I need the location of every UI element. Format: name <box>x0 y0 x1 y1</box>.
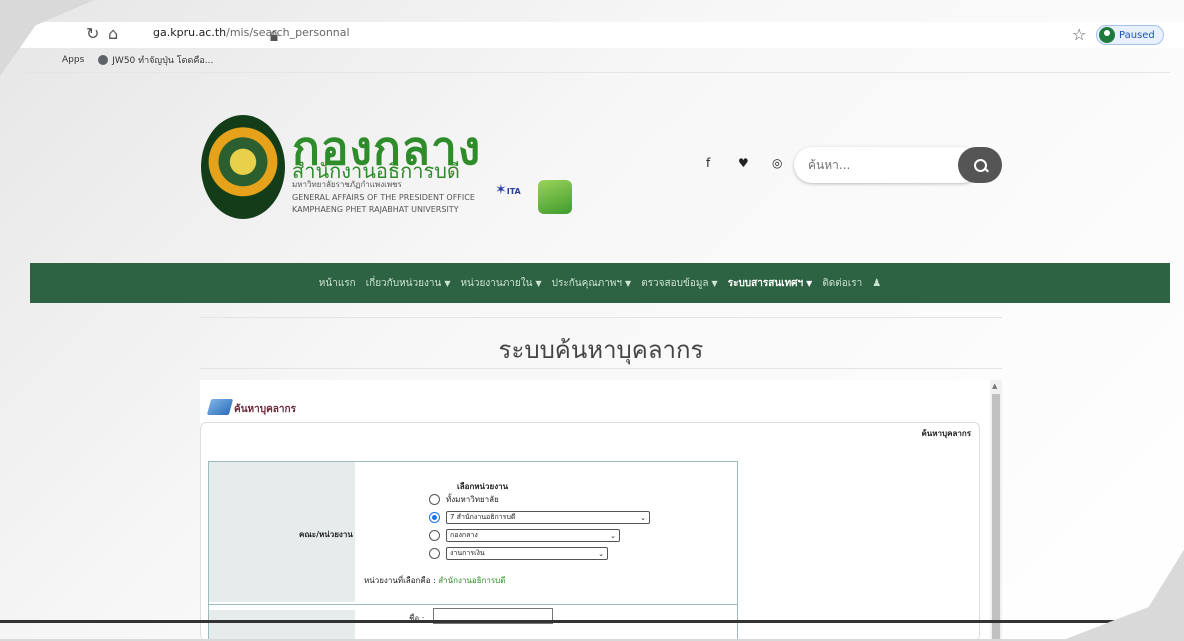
url-host: ga.kpru.ac.th <box>153 26 227 39</box>
globe-icon <box>98 55 109 65</box>
page-title: ระบบค้นหาบุคลากร <box>498 336 704 364</box>
radio-row-office[interactable]: 7 สำนักงานอธิการบดี ⌄ <box>429 511 650 524</box>
page-content: ↻ ⌂ ga.kpru.ac.th/mis/search_personnal ☆… <box>0 0 1184 639</box>
chevron-down-icon: ⌄ <box>640 513 646 522</box>
choose-unit-label: เลือกหน่วยงาน <box>457 482 509 491</box>
section-select-value: งานการเงิน <box>450 549 485 557</box>
selected-unit-line: หน่วยงานที่เลือกคือ : สำนักงานอธิการบดี <box>364 574 505 587</box>
bookmark-star-icon[interactable]: ☆ <box>1072 25 1086 44</box>
name-label-cell <box>209 610 355 639</box>
nav-about-label: เกี่ยวกับหน่วยงาน <box>365 277 442 289</box>
faculty-label: คณะ/หน่วยงาน <box>299 530 353 539</box>
nav-quality[interactable]: ประกันคุณภาพฯ ▼ <box>552 276 632 291</box>
radio-row-section[interactable]: งานการเงิน ⌄ <box>429 547 608 560</box>
bookmark-jw50[interactable]: JW50 ทำจัญปุ่น โดดคือ... <box>98 53 213 67</box>
site-search-input[interactable] <box>794 147 980 183</box>
search-icon <box>973 158 987 172</box>
facebook-icon[interactable]: f <box>706 156 710 170</box>
nav-quality-label: ประกันคุณภาพฯ <box>551 277 623 289</box>
ita-star-icon: ✶ <box>495 182 507 198</box>
nav-check-data-label: ตรวจสอบข้อมูล <box>641 277 709 289</box>
instagram-icon[interactable]: ◎ <box>772 156 782 170</box>
search-form-table: คณะ/หน่วยงาน เลือกหน่วยงาน ทั้งมหาวิทยาล… <box>208 461 738 639</box>
title-divider-top <box>200 317 1002 318</box>
section-title: ค้นหาบุคลากร <box>234 404 296 415</box>
site-line-thai: มหาวิทยาลัยราชภัฏกำแพงเพชร <box>292 180 402 189</box>
screen-bottom-edge <box>0 620 1184 623</box>
site-line-en1: GENERAL AFFAIRS OF THE PRESIDENT OFFICE <box>292 193 475 202</box>
scroll-up-arrow-icon[interactable]: ▲ <box>992 382 997 390</box>
caret-down-icon: ▼ <box>444 278 451 288</box>
caret-down-icon: ▼ <box>806 278 813 288</box>
user-icon[interactable]: ♟ <box>872 278 881 289</box>
reload-icon[interactable]: ↻ <box>86 24 99 43</box>
university-emblem-logo[interactable] <box>201 115 285 219</box>
selected-unit-value: สำนักงานอธิการบดี <box>438 576 506 585</box>
nav-check-data[interactable]: ตรวจสอบข้อมูล ▼ <box>641 276 718 291</box>
profile-button[interactable]: Paused <box>1096 25 1164 45</box>
chevron-down-icon: ⌄ <box>598 549 604 558</box>
chevron-down-icon: ⌄ <box>610 531 616 540</box>
scrollbar-thumb[interactable] <box>992 394 1000 639</box>
nav-information-system-label: ระบบสารสนเทศฯ <box>727 277 804 289</box>
home-icon[interactable]: ⌂ <box>108 24 118 43</box>
faculty-label-cell: คณะ/หน่วยงาน <box>209 462 355 602</box>
nav-internal-units-label: หน่วยงานภายใน <box>460 277 533 289</box>
nav-home[interactable]: หน้าแรก <box>319 276 356 291</box>
division-select-value: กองกลาง <box>450 531 478 539</box>
radio-all-label: ทั้งมหาวิทยาลัย <box>446 495 499 504</box>
radio-division[interactable] <box>429 530 440 541</box>
screen-frame: ↻ ⌂ ga.kpru.ac.th/mis/search_personnal ☆… <box>0 0 1184 639</box>
nav-internal-units[interactable]: หน่วยงานภายใน ▼ <box>460 276 541 291</box>
frame-scrollbar[interactable]: ▲ <box>990 380 1002 639</box>
ita-logo-label: ITA <box>506 187 521 196</box>
profile-status: Paused <box>1119 29 1155 41</box>
toolbar-divider <box>20 72 1170 73</box>
radio-section[interactable] <box>429 548 440 559</box>
name-label: ชื่อ : <box>409 614 425 623</box>
radio-row-all[interactable]: ทั้งมหาวิทยาลัย <box>429 493 499 506</box>
caret-down-icon: ▼ <box>625 278 632 288</box>
site-line-en2: KAMPHAENG PHET RAJABHAT UNIVERSITY <box>292 205 459 214</box>
address-bar[interactable]: ga.kpru.ac.th/mis/search_personnal <box>133 26 350 41</box>
green-office-logo <box>538 180 572 214</box>
section-select[interactable]: งานการเงิน ⌄ <box>446 547 608 560</box>
profile-avatar-icon <box>1099 27 1115 43</box>
division-select[interactable]: กองกลาง ⌄ <box>446 529 620 542</box>
bookmark-jw50-label: JW50 ทำจัญปุ่น โดดคือ... <box>112 56 214 66</box>
url-path: /mis/search_personnal <box>226 26 350 39</box>
selected-unit-prefix: หน่วยงานที่เลือกคือ : <box>364 576 436 585</box>
ita-logo: ✶ITA <box>495 182 525 206</box>
bookmark-apps[interactable]: Apps <box>62 55 84 65</box>
book-icon <box>206 399 234 415</box>
radio-row-division[interactable]: กองกลาง ⌄ <box>429 529 620 542</box>
bookmarks-bar: Apps JW50 ทำจัญปุ่น โดดคือ... <box>62 51 213 69</box>
browser-toolbar: ↻ ⌂ ga.kpru.ac.th/mis/search_personnal ☆… <box>0 22 1184 48</box>
panel-header: ค้นหาบุคลากร <box>921 428 971 438</box>
nav-contact[interactable]: ติดต่อเรา <box>822 276 862 291</box>
nav-about[interactable]: เกี่ยวกับหน่วยงาน ▼ <box>366 276 451 291</box>
office-select-value: 7 สำนักงานอธิการบดี <box>450 513 516 521</box>
form-row-divider <box>209 604 737 605</box>
site-search-button[interactable] <box>958 147 1002 183</box>
radio-office[interactable] <box>429 512 440 523</box>
radio-all-university[interactable] <box>429 494 440 505</box>
lock-icon <box>270 31 278 41</box>
caret-down-icon: ▼ <box>711 278 718 288</box>
caret-down-icon: ▼ <box>535 278 542 288</box>
nav-information-system[interactable]: ระบบสารสนเทศฯ ▼ <box>728 276 813 291</box>
main-nav: หน้าแรก เกี่ยวกับหน่วยงาน ▼ หน่วยงานภายใน… <box>30 263 1170 303</box>
twitter-icon[interactable]: ♥ <box>738 156 749 170</box>
office-select[interactable]: 7 สำนักงานอธิการบดี ⌄ <box>446 511 650 524</box>
title-divider-bottom <box>200 368 1002 369</box>
